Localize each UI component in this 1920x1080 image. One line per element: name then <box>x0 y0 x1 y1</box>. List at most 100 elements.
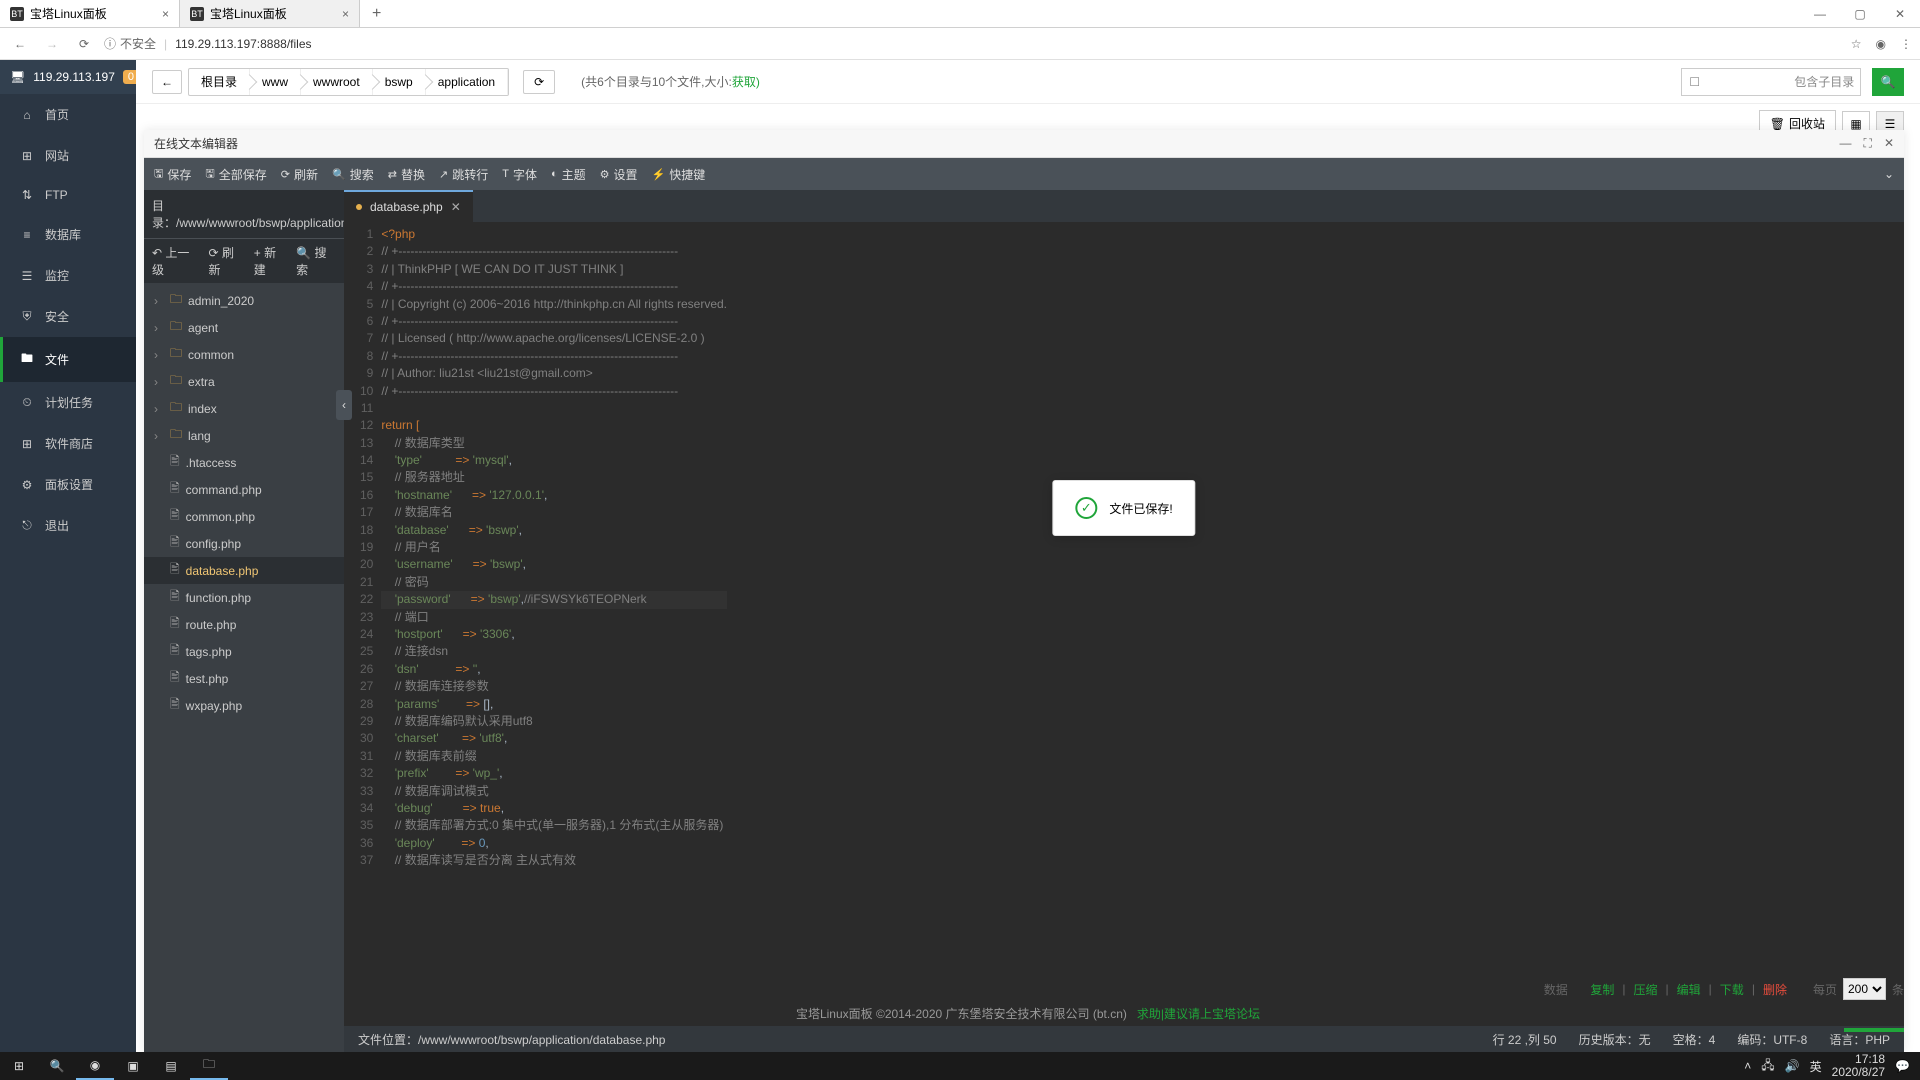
star-icon[interactable]: ☆ <box>1851 37 1862 51</box>
tree-folder[interactable]: ›🗀index <box>144 395 344 422</box>
edit-link[interactable]: 编辑 <box>1677 981 1701 998</box>
tree-file[interactable]: 🖹command.php <box>144 476 344 503</box>
delete-link[interactable]: 删除 <box>1763 981 1787 998</box>
encoding-status[interactable]: 编码：UTF-8 <box>1737 1031 1807 1048</box>
profile-icon[interactable]: ◉ <box>1876 37 1886 51</box>
up-level-button[interactable]: ↶ 上一级 <box>152 244 199 278</box>
download-link[interactable]: 下载 <box>1720 981 1744 998</box>
shortcut-button[interactable]: ⚡ 快捷键 <box>652 166 706 183</box>
reload-icon[interactable]: ⟳ <box>72 32 96 56</box>
tree-folder[interactable]: ›🗀lang <box>144 422 344 449</box>
sidebar-item-files[interactable]: 🖿文件 <box>0 337 136 382</box>
tree-file[interactable]: 🖹config.php <box>144 530 344 557</box>
chevron-down-icon[interactable]: ⌄ <box>1884 167 1894 181</box>
close-icon[interactable]: ✕ <box>1880 0 1920 27</box>
tree-file[interactable]: 🖹route.php <box>144 611 344 638</box>
refresh-tree-button[interactable]: ⟳ 刷新 <box>209 244 244 278</box>
font-button[interactable]: T 字体 <box>502 166 537 183</box>
editor-tab[interactable]: database.php ✕ <box>344 190 473 222</box>
tree-file[interactable]: 🖹test.php <box>144 665 344 692</box>
tree-file[interactable]: 🖹wxpay.php <box>144 692 344 719</box>
url-text[interactable]: 119.29.113.197:8888/files <box>175 37 311 51</box>
tree-folder[interactable]: ›🗀agent <box>144 314 344 341</box>
forum-link[interactable]: 求助|建议请上宝塔论坛 <box>1137 1007 1260 1021</box>
get-size-link[interactable]: 获取) <box>732 75 760 89</box>
maximize-icon[interactable]: ▢ <box>1840 0 1880 27</box>
new-tab-button[interactable]: + <box>360 0 393 27</box>
start-button[interactable]: ⊞ <box>0 1052 38 1080</box>
tree-file[interactable]: 🖹function.php <box>144 584 344 611</box>
menu-icon[interactable]: ⋮ <box>1900 37 1912 51</box>
tree-file[interactable]: 🖹.htaccess <box>144 449 344 476</box>
minimize-icon[interactable]: — <box>1840 136 1852 151</box>
explorer-icon[interactable]: 🗀 <box>190 1052 228 1080</box>
breadcrumb-segment[interactable]: www <box>250 69 301 95</box>
save-button[interactable]: 🖫 保存 <box>154 165 191 184</box>
tree-file[interactable]: 🖹database.php <box>144 557 344 584</box>
sidebar-item-panel-settings[interactable]: ⚙面板设置 <box>0 464 136 505</box>
copy-link[interactable]: 复制 <box>1590 981 1614 998</box>
sidebar-item-store[interactable]: ⊞软件商店 <box>0 423 136 464</box>
tree-folder[interactable]: ›🗀extra <box>144 368 344 395</box>
replace-button[interactable]: ⇄ 替换 <box>388 166 425 183</box>
tree-file[interactable]: 🖹tags.php <box>144 638 344 665</box>
security-indicator[interactable]: ⓘ 不安全 <box>104 35 156 52</box>
breadcrumb-segment[interactable]: wwwroot <box>301 69 373 95</box>
sidebar-item-home[interactable]: ⌂首页 <box>0 94 136 135</box>
save-all-button[interactable]: 🖫 全部保存 <box>205 165 266 184</box>
chrome-icon[interactable]: ◉ <box>76 1052 114 1080</box>
theme-button[interactable]: ◐ 主题 <box>551 166 586 183</box>
tree-folder[interactable]: ›🗀admin_2020 <box>144 287 344 314</box>
app-icon[interactable]: ▤ <box>152 1052 190 1080</box>
close-icon[interactable]: ✕ <box>451 200 461 214</box>
tray-chevron-icon[interactable]: ˄ <box>1744 1059 1751 1073</box>
sidebar-item-ftp[interactable]: ⇅FTP <box>0 176 136 214</box>
sidebar-item-logout[interactable]: ⎋退出 <box>0 505 136 546</box>
refresh-button[interactable]: ⟳ <box>523 70 555 94</box>
page-size-select[interactable]: 200 <box>1843 978 1886 1000</box>
ime-indicator[interactable]: 英 <box>1810 1058 1822 1075</box>
search-button[interactable]: 🔍 搜索 <box>332 166 374 183</box>
back-button[interactable]: ← <box>152 70 182 94</box>
search-icon[interactable]: 🔍 <box>38 1052 76 1080</box>
editor-title: 在线文本编辑器 <box>154 135 238 152</box>
settings-button[interactable]: ⚙ 设置 <box>600 166 638 183</box>
breadcrumb-segment[interactable]: application <box>426 69 508 95</box>
language-status[interactable]: 语言：PHP <box>1829 1031 1890 1048</box>
close-icon[interactable]: × <box>342 7 349 21</box>
sidebar-item-security[interactable]: ⛨安全 <box>0 296 136 337</box>
breadcrumb-segment[interactable]: bswp <box>373 69 426 95</box>
sidebar-item-monitor[interactable]: ☰监控 <box>0 255 136 296</box>
tree-file[interactable]: 🖹common.php <box>144 503 344 530</box>
breadcrumb-segment[interactable]: 根目录 <box>189 69 250 95</box>
network-icon[interactable]: 🖧 <box>1761 1056 1774 1077</box>
save-toast: ✓ 文件已保存! <box>1052 480 1195 536</box>
new-file-button[interactable]: + 新建 <box>254 244 286 278</box>
search-button[interactable]: 🔍 <box>1872 68 1904 96</box>
sidebar-item-database[interactable]: ≡数据库 <box>0 214 136 255</box>
back-icon[interactable]: ← <box>8 32 32 56</box>
minimize-icon[interactable]: — <box>1800 0 1840 27</box>
close-icon[interactable]: ✕ <box>1884 136 1894 151</box>
app-icon[interactable]: ▣ <box>114 1052 152 1080</box>
search-tree-button[interactable]: 🔍 搜索 <box>296 244 336 278</box>
goto-line-button[interactable]: ↗ 跳转行 <box>439 166 488 183</box>
sidebar-item-site[interactable]: ⊞网站 <box>0 135 136 176</box>
notification-icon[interactable]: 💬 <box>1895 1059 1910 1073</box>
history-status[interactable]: 历史版本：无 <box>1579 1031 1651 1048</box>
forward-icon[interactable]: → <box>40 32 64 56</box>
compress-link[interactable]: 压缩 <box>1634 981 1658 998</box>
search-input[interactable] <box>1681 68 1861 96</box>
indent-status[interactable]: 空格：4 <box>1673 1031 1716 1048</box>
tree-folder[interactable]: ›🗀common <box>144 341 344 368</box>
close-icon[interactable]: × <box>162 7 169 21</box>
maximize-icon[interactable]: ⛶ <box>1864 136 1872 151</box>
refresh-button[interactable]: ⟳ 刷新 <box>281 166 318 183</box>
sidebar-item-cron[interactable]: ⏲计划任务 <box>0 382 136 423</box>
browser-tab[interactable]: BT 宝塔Linux面板 × <box>0 0 180 27</box>
browser-tab[interactable]: BT 宝塔Linux面板 × <box>180 0 360 27</box>
volume-icon[interactable]: 🔊 <box>1785 1059 1800 1073</box>
collapse-panel-icon[interactable]: ‹ <box>336 390 352 420</box>
clock[interactable]: 17:182020/8/27 <box>1832 1053 1885 1079</box>
code-editor[interactable]: 1234567891011121314151617181920212223242… <box>344 222 1904 1026</box>
